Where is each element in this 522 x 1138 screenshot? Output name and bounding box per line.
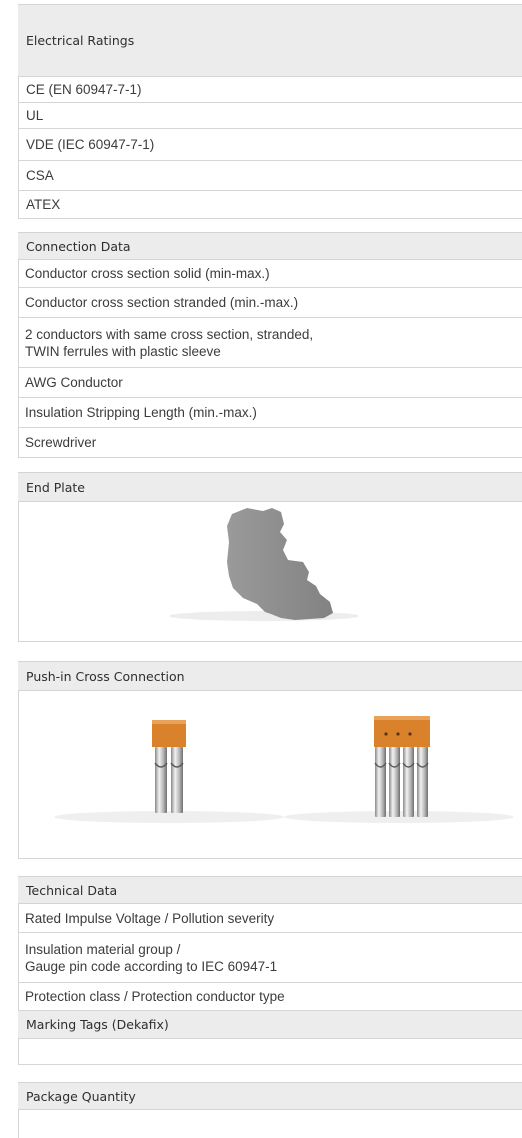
rating-atex: ATEX [26,197,61,212]
electrical-ratings-header: Electrical Ratings [18,4,522,77]
marking-tags-header: Marking Tags (Dekafix) [18,1011,522,1039]
connection-data-header: Connection Data [18,232,522,260]
four-pole-bridge [284,716,514,823]
impulse-voltage-label: Rated Impulse Voltage / Pollution severi… [25,910,275,926]
list-item: UL [18,103,522,129]
cross-connection-images [54,716,514,823]
rating-vde: VDE (IEC 60947-7-1) [26,137,155,152]
list-item: Protection class / Protection conductor … [18,983,522,1011]
list-item: VDE (IEC 60947-7-1) [18,129,522,161]
list-item: Rated Impulse Voltage / Pollution severi… [18,904,522,933]
list-item: Conductor cross section stranded (min.-m… [18,288,522,318]
twin-conductor-label-line2: TWIN ferrules with plastic sleeve [25,343,221,359]
insulation-group-label-line1: Insulation material group / [25,941,181,957]
list-item: 2 conductors with same cross section, st… [18,318,522,368]
list-item: AWG Conductor [18,368,522,398]
section-title: Push-in Cross Connection [26,668,185,684]
protection-class-label: Protection class / Protection conductor … [25,989,285,1004]
list-item: CSA [18,161,522,191]
twin-conductor-label-line1: 2 conductors with same cross section, st… [25,326,314,342]
list-item: Screwdriver [18,428,522,458]
rating-csa: CSA [26,168,54,183]
two-pole-bridge [54,720,284,823]
list-item: Conductor cross section solid (min-max.) [18,260,522,288]
stripping-length-label: Insulation Stripping Length (min.-max.) [25,405,257,420]
list-item: Insulation Stripping Length (min.-max.) [18,398,522,428]
end-plate-image [169,508,359,621]
conductor-solid-label: Conductor cross section solid (min-max.) [25,266,270,281]
cross-connection-image-box [18,691,522,859]
package-quantity-header: Package Quantity [18,1082,522,1110]
awg-conductor-label: AWG Conductor [25,375,123,390]
end-plate-header: End Plate [18,472,522,502]
section-title: Marking Tags (Dekafix) [26,1017,169,1032]
cross-connection-header: Push-in Cross Connection [18,661,522,691]
marking-tags-empty-row [18,1039,522,1065]
technical-data-header: Technical Data [18,876,522,904]
section-title: Technical Data [26,882,118,898]
list-item: ATEX [18,191,522,219]
rating-ul: UL [26,108,44,123]
list-item: Insulation material group / Gauge pin co… [18,933,522,983]
list-item: CE (EN 60947-7-1) [18,77,522,103]
conductor-stranded-label: Conductor cross section stranded (min.-m… [25,295,299,310]
section-title: Connection Data [26,238,131,254]
divider [18,1110,19,1138]
insulation-group-label-line2: Gauge pin code according to IEC 60947-1 [25,958,278,974]
rating-ce: CE (EN 60947-7-1) [26,82,142,97]
section-title: End Plate [26,479,85,495]
end-plate-image-box [18,502,522,642]
screwdriver-label: Screwdriver [25,435,97,450]
section-title: Package Quantity [26,1088,136,1104]
section-title: Electrical Ratings [26,33,135,48]
